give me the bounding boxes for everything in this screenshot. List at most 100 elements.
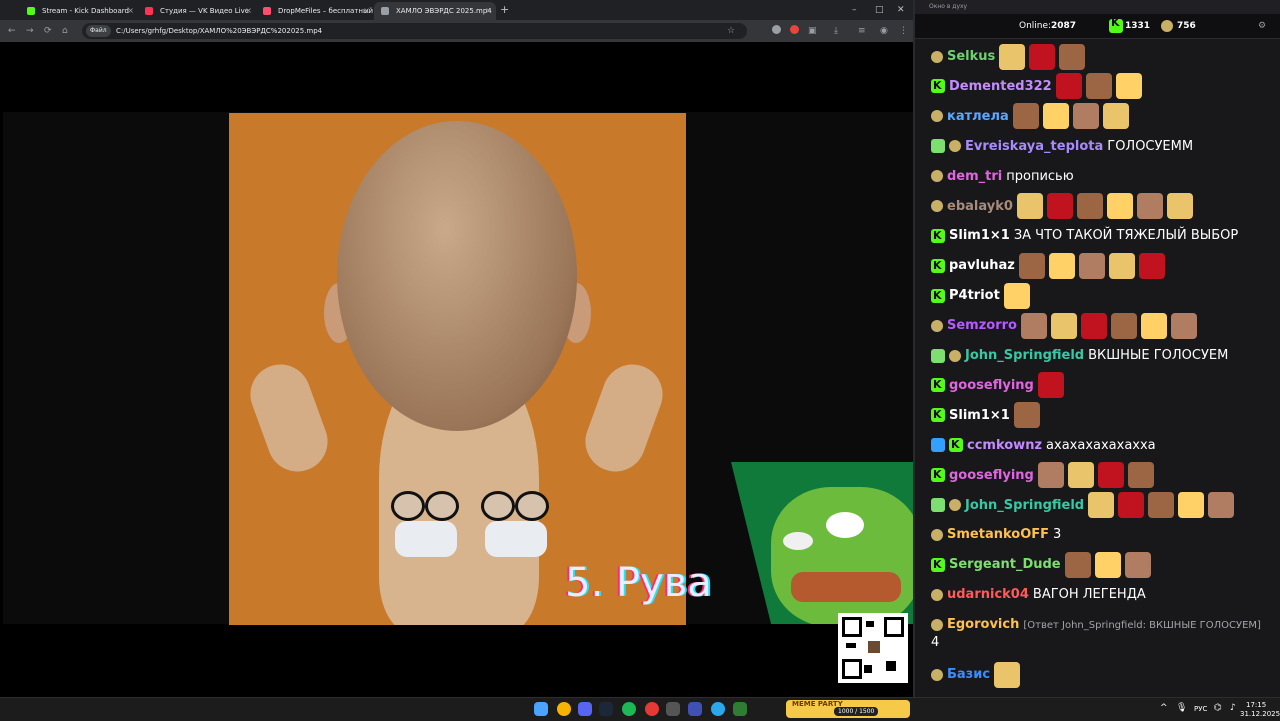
profile-icon[interactable]: ◉ (880, 24, 888, 38)
chat-username[interactable]: gooseflying (949, 378, 1034, 393)
bookmark-star-icon[interactable]: ☆ (727, 23, 735, 39)
new-tab-button[interactable]: + (500, 3, 509, 17)
close-tab-icon[interactable]: × (127, 2, 134, 20)
chat-username[interactable]: Semzorro (947, 318, 1017, 333)
forward-icon[interactable]: → (26, 24, 34, 38)
tab-video-file[interactable]: ХАМЛО ЭВЭРДС 2025.mp4 × (374, 2, 496, 20)
emote-image (1166, 193, 1193, 219)
tab-kick-dashboard[interactable]: Stream - Kick Dashboard × (20, 2, 138, 20)
chat-username[interactable]: Egorovich (947, 617, 1019, 632)
emote-image (1170, 312, 1197, 339)
moderator-badge-icon (931, 50, 943, 63)
emote-image (1115, 73, 1142, 100)
close-tab-icon[interactable]: × (245, 2, 252, 20)
chat-message: Demented322 (931, 71, 1142, 102)
spotify-icon[interactable] (622, 702, 636, 716)
chat-username[interactable]: Demented322 (949, 79, 1052, 94)
chat-username[interactable]: Evreiskaya_teplota (965, 139, 1103, 154)
tab-vk-studio[interactable]: Студия — VK Видео Live × (138, 2, 256, 20)
kick-badge-icon (931, 71, 945, 101)
chat-username[interactable]: Sergeant_Dude (949, 557, 1061, 572)
emote-image (1046, 193, 1073, 219)
face-left (389, 491, 461, 571)
excel-icon[interactable] (733, 702, 747, 716)
tab-label: DropMeFiles – бесплатный фа... (278, 7, 374, 15)
close-tab-icon[interactable]: × (363, 2, 370, 20)
chat-message: gooseflying (931, 460, 1154, 491)
meme-party-widget[interactable]: MEME PARTY 1000 / 1500 (786, 700, 910, 718)
download-icon[interactable]: ⤓ (834, 24, 838, 38)
kick-icon (27, 7, 35, 15)
app-icon[interactable] (666, 702, 680, 716)
reload-icon[interactable]: ⟳ (44, 24, 52, 38)
puzzle-icon[interactable]: ▣ (808, 24, 817, 38)
chat-username[interactable]: SmetankoOFF (947, 527, 1049, 542)
moderator-badge-icon (949, 349, 961, 362)
steam-icon[interactable] (599, 702, 613, 716)
chat-message-text: ВАГОН ЛЕГЕНДА (1032, 587, 1146, 603)
emote-image (1055, 73, 1082, 100)
tab-label: Stream - Kick Dashboard (42, 7, 129, 15)
record-extension-icon[interactable] (790, 25, 799, 34)
file-chip[interactable]: Файл (86, 25, 111, 37)
language-indicator[interactable]: РУС (1194, 705, 1207, 713)
chat-message-text: ВКШНЫЕ ГОЛОСУЕМ (1088, 348, 1229, 363)
url-text[interactable]: C:/Users/grhfg/Desktop/ХАМЛО%20ЭВЭРДС%20… (116, 23, 322, 39)
obs-icon[interactable] (645, 702, 659, 716)
chat-username[interactable]: udarnick04 (947, 587, 1029, 602)
chat-username[interactable]: P4triot (949, 288, 1000, 303)
close-window-icon[interactable]: ✕ (897, 3, 905, 17)
microphone-icon[interactable]: 🎙 (1176, 704, 1187, 713)
kick-badge-icon (949, 430, 963, 460)
minimize-icon[interactable]: – (852, 3, 857, 17)
chat-username[interactable]: dem_tri (947, 169, 1002, 184)
telegram-icon[interactable] (711, 702, 725, 716)
chat-username[interactable]: ebalayk0 (947, 199, 1013, 214)
kick-badge-icon (931, 370, 945, 400)
kick-badge-icon (931, 281, 945, 311)
chat-username[interactable]: John_Springfield (965, 348, 1084, 363)
chat-username[interactable]: pavluhaz (949, 258, 1015, 273)
chrome-icon[interactable] (557, 702, 571, 716)
home-icon[interactable]: ⌂ (62, 24, 68, 38)
emote-image (1136, 193, 1163, 219)
moderator-badge-icon (931, 200, 943, 212)
chevron-up-icon[interactable]: ^ (1160, 704, 1168, 713)
chat-username[interactable]: gooseflying (949, 468, 1034, 483)
tab-dropmefiles[interactable]: DropMeFiles – бесплатный фа... × (256, 2, 374, 20)
chat-username[interactable]: Selkus (947, 49, 995, 64)
dropmefiles-icon (263, 7, 271, 15)
maximize-icon[interactable]: □ (875, 3, 884, 17)
emote-image (1088, 492, 1115, 518)
chat-username[interactable]: катлела (947, 109, 1009, 124)
chat-username[interactable]: Slim1×1 (949, 228, 1010, 243)
kick-badge-icon (931, 550, 945, 580)
chat-message: Selkus (931, 42, 1086, 72)
clock-date[interactable]: 31.12.2025 (1240, 710, 1280, 718)
emote-image (1003, 282, 1030, 309)
extension-icon[interactable] (772, 25, 781, 34)
volume-icon[interactable]: ♪ (1230, 704, 1236, 713)
close-tab-icon[interactable]: × (485, 2, 492, 20)
video-player[interactable]: 5. Рува (3, 42, 913, 694)
windows-start-icon[interactable] (534, 702, 548, 716)
address-bar[interactable]: Файл C:/Users/grhfg/Desktop/ХАМЛО%20ЭВЭР… (82, 23, 747, 39)
app-icon[interactable] (688, 702, 702, 716)
chat-username[interactable]: ccmkownz (967, 438, 1042, 453)
emote-image (1072, 103, 1099, 130)
menu-dots-icon[interactable]: ⋮ (899, 24, 908, 38)
network-icon[interactable]: ⌬ (1214, 704, 1222, 713)
tabs-menu-icon[interactable]: ≡ (858, 24, 866, 38)
kick-badge-icon (931, 400, 945, 430)
back-icon[interactable]: ← (8, 24, 16, 38)
chat-username[interactable]: John_Springfield (965, 498, 1084, 513)
settings-icon[interactable]: ⚙ (1258, 14, 1266, 38)
chat-message-text: 4 (931, 635, 940, 651)
chat-username[interactable]: Slim1×1 (949, 408, 1010, 423)
kick-viewer-count: 1331 (1125, 21, 1151, 31)
discord-icon[interactable] (578, 702, 592, 716)
kick-badge-icon (931, 460, 945, 490)
clock-time[interactable]: 17:15 (1246, 701, 1266, 709)
emote-image (1127, 462, 1154, 489)
chat-username[interactable]: Базис (947, 667, 990, 682)
